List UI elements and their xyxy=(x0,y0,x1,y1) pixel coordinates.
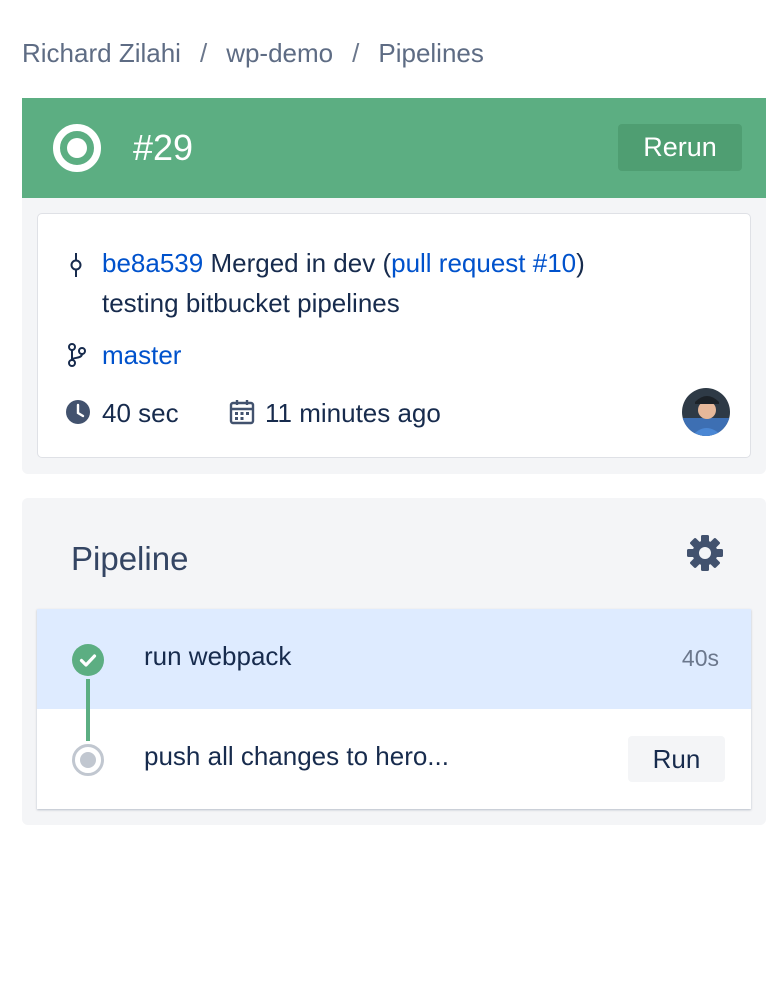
run-step-button[interactable]: Run xyxy=(628,736,725,782)
breadcrumb-repo-link[interactable]: wp-demo xyxy=(226,38,333,69)
commit-hash-link[interactable]: be8a539 xyxy=(102,248,203,278)
step-pending-icon xyxy=(72,744,104,776)
rerun-button[interactable]: Rerun xyxy=(618,124,742,171)
build-duration: 40 sec xyxy=(102,398,179,428)
build-status-icon xyxy=(53,124,101,172)
step-connector xyxy=(86,679,90,741)
gear-icon[interactable] xyxy=(686,534,724,572)
calendar-icon xyxy=(229,400,255,425)
breadcrumb-separator: / xyxy=(199,38,208,68)
build-number: #29 xyxy=(133,127,194,168)
commit-message-end: ) xyxy=(576,248,585,278)
clock-icon xyxy=(66,400,90,424)
pipeline-title: Pipeline xyxy=(71,540,189,577)
breadcrumb-owner-link[interactable]: Richard Zilahi xyxy=(22,38,181,69)
branch-icon xyxy=(68,343,86,367)
step-name: run webpack xyxy=(144,641,292,671)
commit-message-line2: testing bitbucket pipelines xyxy=(102,288,400,318)
pull-request-link[interactable]: pull request #10 xyxy=(391,248,576,278)
commit-icon xyxy=(70,253,82,277)
avatar[interactable] xyxy=(682,388,730,436)
step-duration: 40s xyxy=(681,645,719,671)
step-success-icon xyxy=(72,644,104,676)
breadcrumb-pipelines-link[interactable]: Pipelines xyxy=(378,38,484,69)
build-time-ago: 11 minutes ago xyxy=(265,398,441,428)
build-status-header: #29 Rerun xyxy=(22,98,766,198)
commit-details-card: be8a539 Merged in dev (pull request #10)… xyxy=(37,213,751,458)
breadcrumb: Richard Zilahi / wp-demo / Pipelines xyxy=(22,38,484,69)
step-name: push all changes to hero... xyxy=(144,741,449,771)
commit-message: Merged in dev ( xyxy=(203,248,392,278)
breadcrumb-separator: / xyxy=(352,38,360,68)
pipeline-step[interactable]: push all changes to hero... Run xyxy=(37,709,751,809)
build-details-panel: be8a539 Merged in dev (pull request #10)… xyxy=(22,198,766,474)
pipeline-steps: run webpack 40s push all changes to hero… xyxy=(37,609,751,809)
pipeline-panel: Pipeline run webpack 40s push all change… xyxy=(22,498,766,825)
branch-link[interactable]: master xyxy=(102,340,181,371)
pipeline-step[interactable]: run webpack 40s xyxy=(37,609,751,709)
commit-summary: be8a539 Merged in dev (pull request #10) xyxy=(102,248,585,279)
